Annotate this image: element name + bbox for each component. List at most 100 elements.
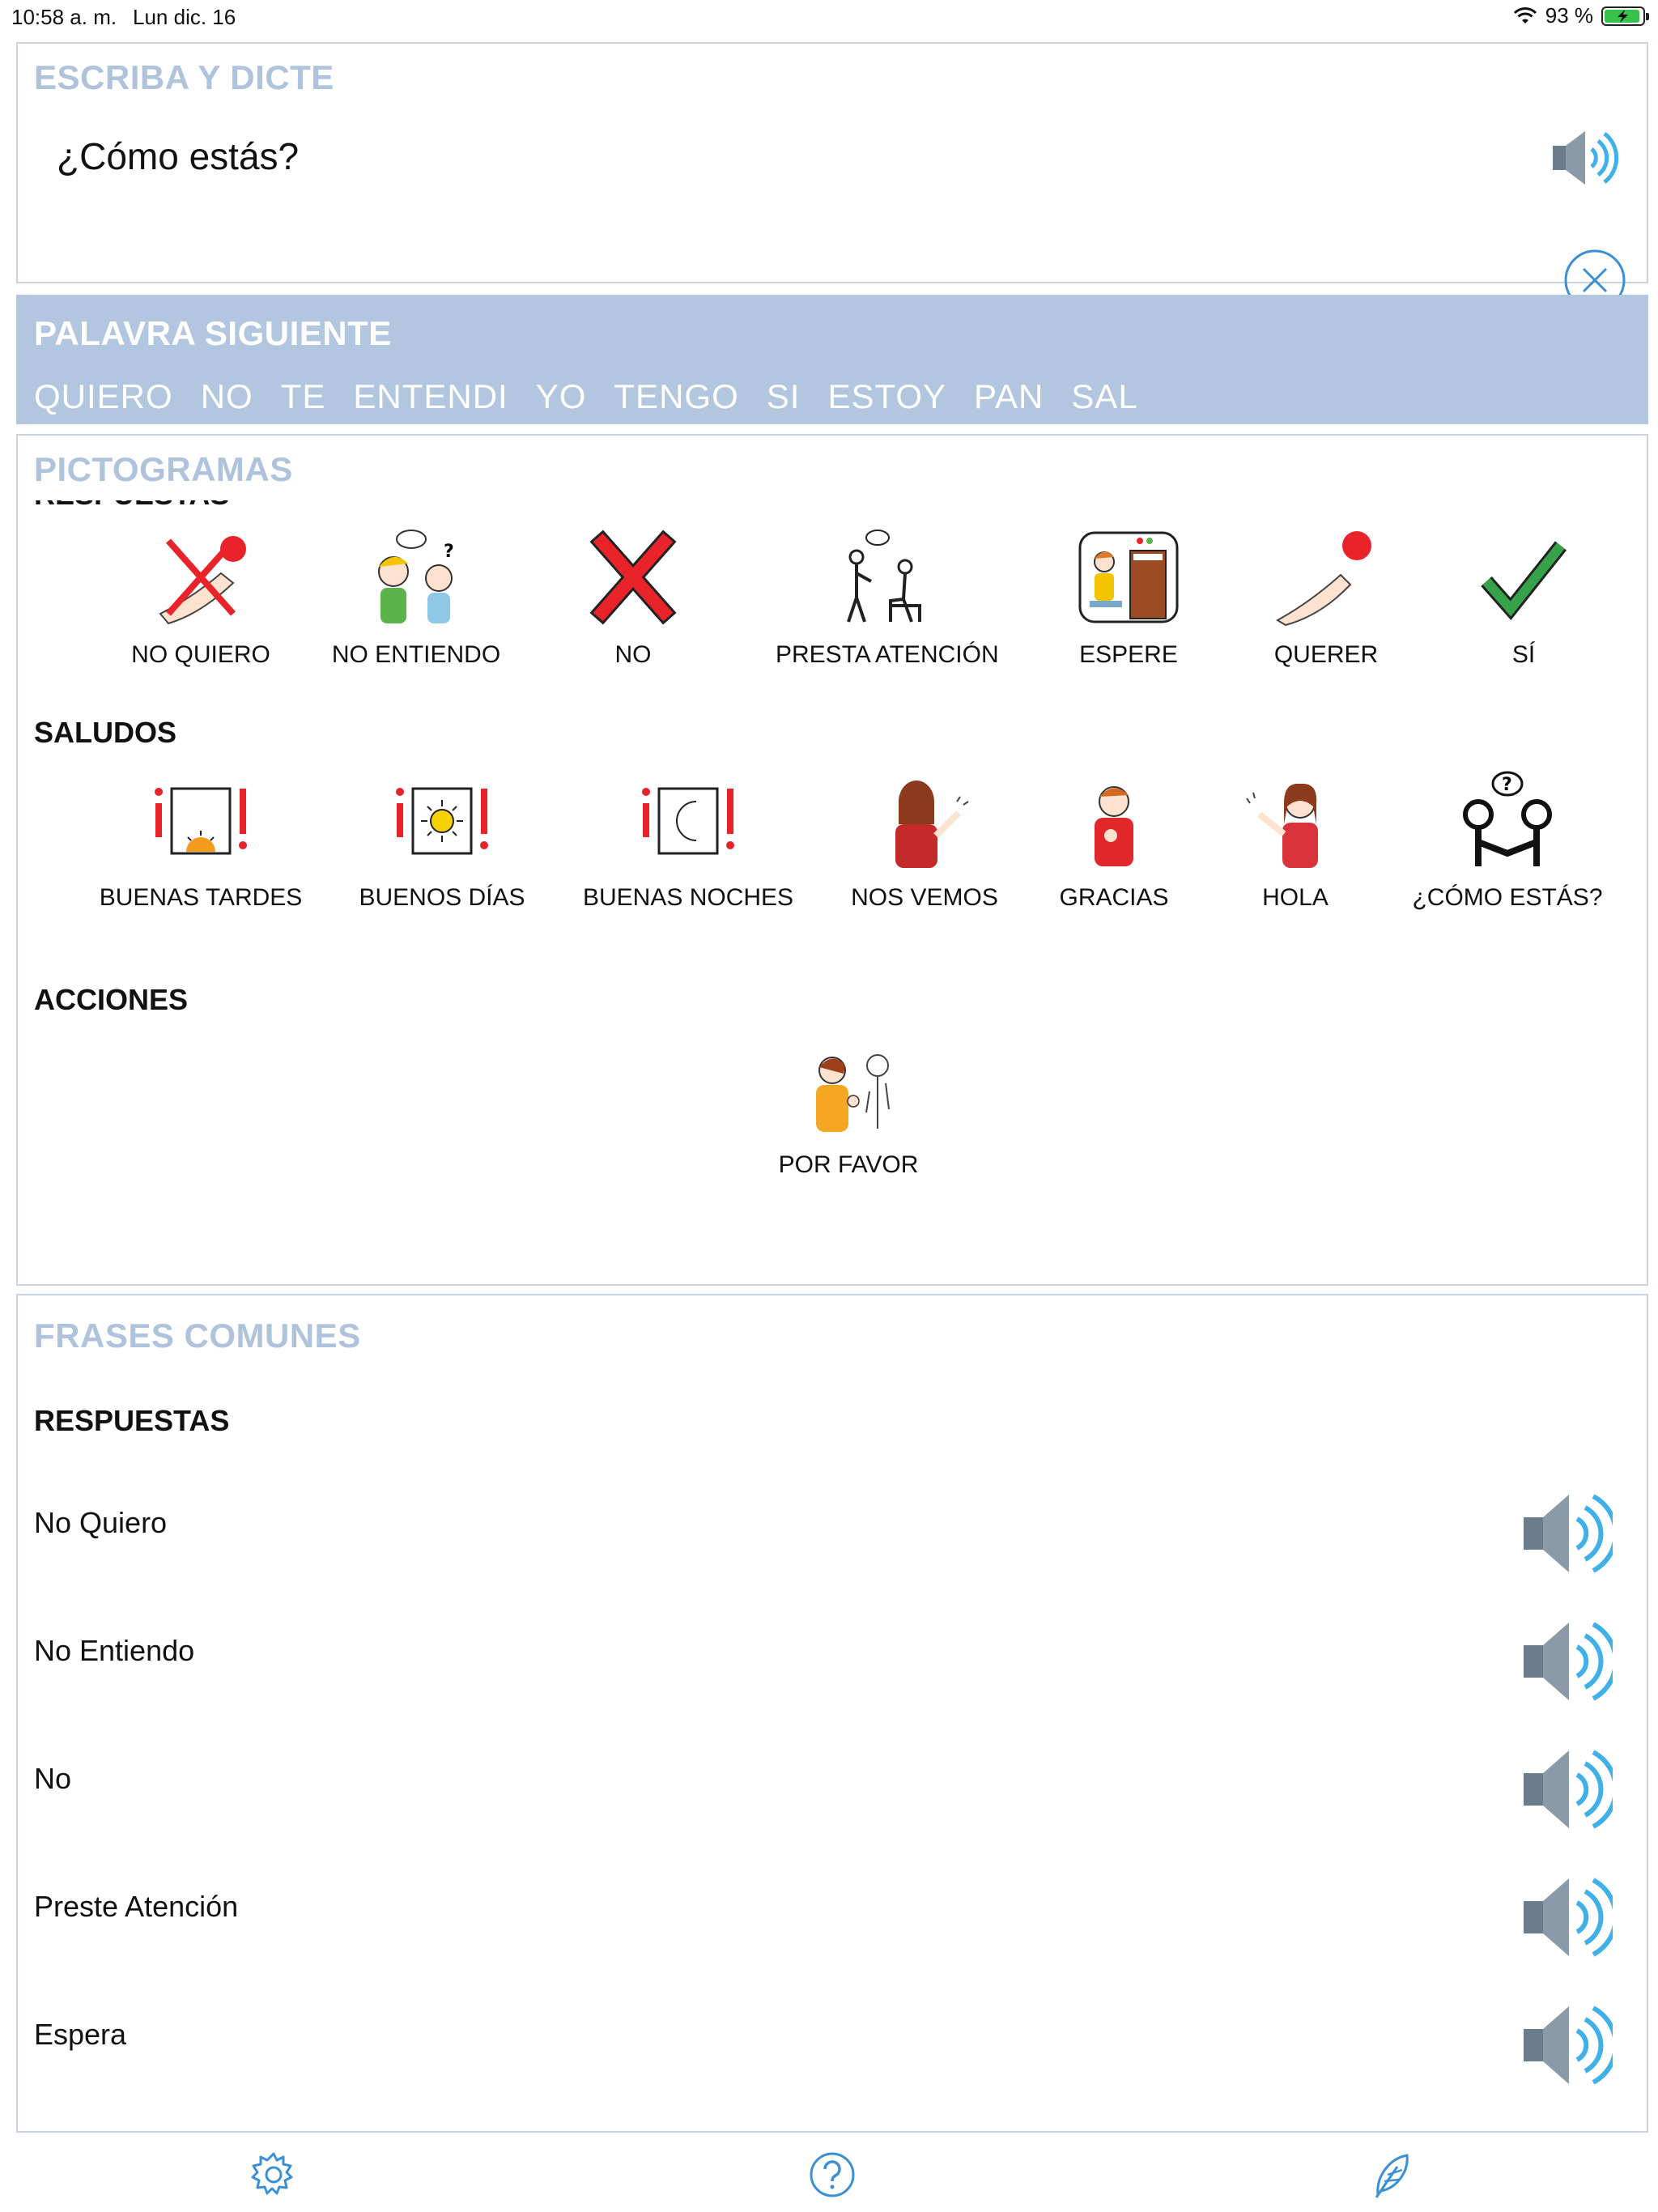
- pictogram-item[interactable]: PRESTA ATENCIÓN: [776, 525, 999, 669]
- pictogram-item[interactable]: QUERER: [1221, 525, 1431, 669]
- battery-icon: [1601, 6, 1649, 26]
- red-x-icon: [589, 530, 677, 625]
- pictogram-label: NO ENTIENDO: [331, 641, 501, 668]
- status-date: Lun dic. 16: [133, 5, 236, 29]
- confused-people-icon: ?: [378, 530, 454, 623]
- speaker-icon[interactable]: [1516, 1995, 1613, 2092]
- speaker-icon[interactable]: [1516, 1611, 1613, 1708]
- phrases-title: FRASES COMUNES: [34, 1317, 361, 1355]
- phrase-label: No Quiero: [34, 1506, 168, 1539]
- next-word-estoy[interactable]: ESTOY: [827, 377, 946, 416]
- pictograms-panel: PICTOGRAMAS RESPUESTAS NO QUIERO? NO ENTIE…: [16, 434, 1648, 1286]
- pictogram-label: ¿CÓMO ESTÁS?: [1412, 884, 1603, 911]
- attention-icon: [847, 530, 921, 623]
- pictogram-item[interactable]: POR FAVOR: [743, 1035, 954, 1179]
- pictogram-item[interactable]: BUENAS NOCHES: [583, 768, 793, 912]
- pictogram-label: PRESTA ATENCIÓN: [776, 641, 999, 668]
- phrase-row[interactable]: Preste Atención: [18, 1849, 1647, 1977]
- pictogram-label: NO QUIERO: [131, 641, 270, 668]
- svg-text:?: ?: [444, 542, 454, 562]
- pictogram-label: NO: [614, 641, 652, 668]
- next-word-title: PALAVRA SIGUIENTE: [34, 314, 392, 352]
- please-icon: [816, 1054, 890, 1132]
- charging-bolt-icon: [1618, 9, 1628, 23]
- section-heading-acciones: ACCIONES: [34, 983, 189, 1016]
- pictogram-label: SÍ: [1511, 641, 1536, 668]
- next-word-yo[interactable]: YO: [536, 377, 587, 416]
- phrase-label: No: [34, 1762, 72, 1795]
- phrase-row[interactable]: Espera: [18, 1977, 1647, 2105]
- pictogram-item[interactable]: ? NO ENTIENDO: [311, 525, 521, 669]
- status-time: 10:58 a. m.: [11, 5, 117, 29]
- hand-cross-icon: [159, 536, 246, 625]
- pictogram-label: ESPERE: [1079, 641, 1178, 668]
- next-word-panel: PALAVRA SIGUIENTE QUIERO NO TE ENTENDI YO TEN…: [16, 295, 1648, 424]
- pictogram-item[interactable]: ESPERE: [1023, 525, 1234, 669]
- gear-icon[interactable]: [248, 2149, 300, 2201]
- status-bar: 10:58 a. m. Lun dic. 16 93 %: [0, 0, 1658, 32]
- next-word-sal[interactable]: SAL: [1071, 377, 1137, 416]
- pictogram-label: HOLA: [1262, 884, 1329, 911]
- pictogram-item[interactable]: NOS VEMOS: [819, 768, 1030, 912]
- dictate-text-input[interactable]: ¿Cómo estás?: [57, 134, 299, 178]
- pictogram-label: GRACIAS: [1059, 884, 1169, 911]
- phrase-row[interactable]: No Quiero: [18, 1465, 1647, 1593]
- dictate-panel: ESCRIBA Y DICTE ¿Cómo estás?: [16, 42, 1648, 311]
- pictogram-label: BUENOS DÍAS: [359, 884, 525, 911]
- next-word-si[interactable]: SI: [767, 377, 801, 416]
- speak-icon[interactable]: [1548, 125, 1621, 191]
- speaker-icon[interactable]: [1516, 1739, 1613, 1836]
- phrase-row[interactable]: No: [18, 1721, 1647, 1849]
- next-word-list: QUIERO NO TE ENTENDI YO TENGO SI ESTOY PAN SAL: [34, 377, 1138, 416]
- pictogram-item[interactable]: NO: [528, 525, 738, 669]
- sun-icon: [396, 787, 488, 855]
- next-word-no[interactable]: NO: [201, 377, 253, 416]
- status-right: 93 %: [1513, 3, 1649, 28]
- tab-bar: [0, 2144, 1658, 2212]
- phrase-label: Preste Atención: [34, 1890, 239, 1923]
- pictogram-item[interactable]: NO QUIERO: [96, 525, 306, 669]
- pictogram-label: BUENAS TARDES: [99, 884, 303, 911]
- feather-icon[interactable]: [1365, 2149, 1417, 2201]
- pictograms-scroll[interactable]: RESPUESTAS NO QUIERO? NO ENTIENDO NO PRESTA …: [18, 500, 1647, 1278]
- pictogram-item[interactable]: HOLA: [1190, 768, 1401, 912]
- sunset-icon: [155, 787, 247, 855]
- wifi-icon: [1513, 6, 1537, 23]
- handshake-icon: ?: [1463, 771, 1552, 866]
- phrases-section-heading: RESPUESTAS: [34, 1404, 230, 1437]
- speaker-icon[interactable]: [1516, 1867, 1613, 1964]
- pictogram-item[interactable]: ? ¿CÓMO ESTÁS?: [1402, 768, 1613, 912]
- pictogram-label: POR FAVOR: [778, 1151, 919, 1178]
- pictogram-label: QUERER: [1273, 641, 1379, 668]
- phrase-row[interactable]: No Entiendo: [18, 1593, 1647, 1721]
- pictogram-item[interactable]: BUENAS TARDES: [96, 768, 306, 912]
- next-word-tengo[interactable]: TENGO: [614, 377, 738, 416]
- next-word-pan[interactable]: PAN: [974, 377, 1044, 416]
- battery-percent: 93 %: [1545, 3, 1593, 28]
- pictogram-item[interactable]: SÍ: [1418, 525, 1629, 669]
- section-heading-saludos: SALUDOS: [34, 716, 177, 749]
- checkmark-icon: [1481, 541, 1567, 621]
- help-icon[interactable]: [806, 2149, 858, 2201]
- next-word-entendi[interactable]: ENTENDI: [353, 377, 508, 416]
- wave-hello-icon: [1246, 783, 1318, 868]
- next-word-quiero[interactable]: QUIERO: [34, 377, 173, 416]
- speaker-icon[interactable]: [1516, 1483, 1613, 1580]
- waiting-room-icon: [1078, 531, 1179, 623]
- pictogram-item[interactable]: GRACIAS: [1009, 768, 1219, 912]
- pictogram-label: NOS VEMOS: [851, 884, 998, 911]
- section-heading-respuestas: RESPUESTAS: [34, 500, 229, 512]
- svg-text:?: ?: [1502, 775, 1512, 795]
- hand-reach-icon: [1275, 531, 1371, 627]
- pictograms-title: PICTOGRAMAS: [34, 450, 293, 488]
- dictate-title: ESCRIBA Y DICTE: [34, 58, 334, 96]
- moon-icon: [642, 787, 734, 855]
- pictogram-label: BUENAS NOCHES: [583, 884, 794, 911]
- phrases-panel: FRASES COMUNES RESPUESTAS No Quiero No En…: [16, 1294, 1648, 2133]
- thanks-icon: [1095, 786, 1133, 866]
- phrase-label: No Entiendo: [34, 1634, 195, 1667]
- next-word-te[interactable]: TE: [281, 377, 326, 416]
- phrase-label: Espera: [34, 2018, 127, 2051]
- wave-goodbye-icon: [895, 781, 969, 868]
- pictogram-item[interactable]: BUENOS DÍAS: [337, 768, 547, 912]
